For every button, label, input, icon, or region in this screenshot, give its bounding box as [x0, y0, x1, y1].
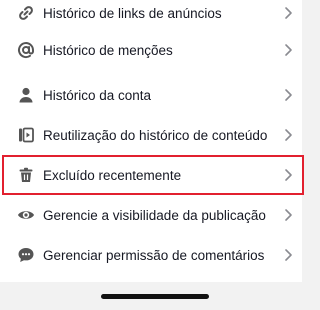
menu-item-label: Gerencie a visibilidade da publicação	[43, 207, 266, 223]
chevron-right-icon	[283, 88, 293, 102]
menu-item-label: Histórico da conta	[43, 87, 152, 103]
menu-item-label: Reutilização do histórico de conteúdo	[43, 127, 268, 143]
at-sign-icon	[17, 41, 35, 59]
chevron-right-icon	[283, 248, 293, 262]
chevron-right-icon	[283, 128, 293, 142]
comment-bubble-icon	[17, 246, 35, 264]
chevron-right-icon	[283, 6, 293, 20]
link-icon	[17, 4, 35, 22]
history-menu-card: Histórico de links de anúncios Histórico…	[0, 0, 302, 282]
video-reuse-icon	[17, 126, 35, 144]
eye-icon	[17, 206, 35, 224]
menu-item-content-reuse-history[interactable]: Reutilização do histórico de conteúdo	[0, 115, 302, 155]
home-indicator	[101, 294, 209, 299]
menu-item-ad-links-history[interactable]: Histórico de links de anúncios	[0, 0, 302, 33]
highlight-box	[2, 155, 304, 195]
menu-item-label: Histórico de menções	[43, 42, 173, 58]
settings-screen: Histórico de links de anúncios Histórico…	[0, 0, 310, 310]
chevron-right-icon	[283, 208, 293, 222]
chevron-right-icon	[283, 43, 293, 57]
menu-item-label: Gerenciar permissão de comentários	[43, 247, 265, 263]
person-icon	[17, 86, 35, 104]
menu-item-label: Histórico de links de anúncios	[43, 5, 222, 21]
menu-item-mentions-history[interactable]: Histórico de menções	[0, 30, 302, 70]
menu-item-comment-permission[interactable]: Gerenciar permissão de comentários	[0, 235, 302, 275]
menu-item-post-visibility[interactable]: Gerencie a visibilidade da publicação	[0, 195, 302, 235]
menu-item-account-history[interactable]: Histórico da conta	[0, 75, 302, 115]
